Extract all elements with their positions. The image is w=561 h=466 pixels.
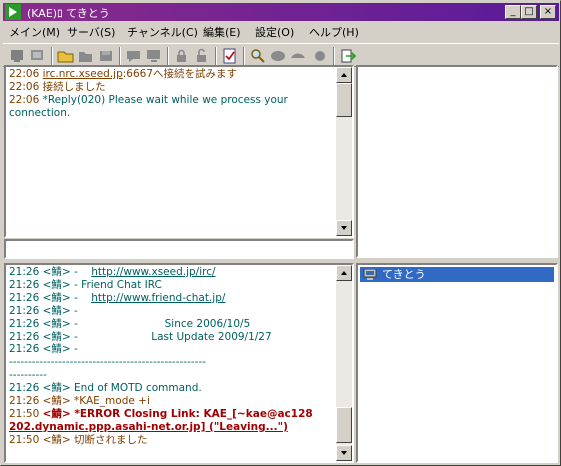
lock-icon[interactable] [173, 48, 191, 64]
log-line: 21:26 <鯖> End of MOTD command. [9, 382, 202, 395]
scroll-up-arrow-icon[interactable] [336, 265, 352, 281]
toolbar-separator [333, 47, 335, 65]
log-line: 21:26 <鯖> - [9, 343, 78, 356]
scroll-thumb[interactable] [336, 83, 352, 117]
log-line: 202.dynamic.ppp.asahi-net.or.jp] ("Leavi… [9, 420, 288, 433]
unknown-tool-icon[interactable] [311, 48, 329, 64]
log-line: 21:26 <鯖> - Since 2006/10/5 [9, 317, 251, 330]
search-icon[interactable] [249, 48, 267, 64]
nick-list-item[interactable]: てきとう [360, 267, 554, 282]
main-window: (KAE)ﾛ てきとう _ □ × メイン(M) サーバ(S) チャンネル(C)… [0, 0, 561, 466]
server-log-pane[interactable]: 22:06 irc.nrc.xseed.jp:6667へ接続を試みます 22:0… [4, 65, 354, 238]
log-line: 21:26 <鯖> *KAE_mode +i [9, 395, 150, 408]
log-line: 21:26 <鯖> - [9, 304, 78, 317]
channel-log-scrollbar[interactable] [336, 265, 352, 461]
chat-icon[interactable] [125, 48, 143, 64]
scroll-thumb[interactable] [336, 407, 352, 443]
menu-settings[interactable]: 設定(O) [255, 24, 294, 40]
message-input[interactable] [4, 239, 354, 259]
menu-edit[interactable]: 編集(E) [203, 24, 241, 40]
toolbar [3, 43, 559, 67]
menu-help[interactable]: ヘルプ(H) [309, 24, 359, 40]
nick-name: てきとう [382, 268, 426, 281]
app-icon [5, 4, 21, 20]
folder-icon[interactable] [57, 48, 75, 64]
user-icon [363, 269, 377, 280]
disconnect-icon[interactable] [9, 48, 27, 64]
unlock-icon[interactable] [193, 48, 211, 64]
log-line: 21:26 <鯖> - http://www.friend-chat.jp/ [9, 291, 226, 304]
minimize-button[interactable]: _ [505, 5, 521, 19]
log-line: 21:50 <鯖> 切断されました [9, 433, 148, 446]
toolbar-separator [243, 47, 245, 65]
server-log-scrollbar[interactable] [336, 67, 352, 236]
check-icon[interactable] [221, 48, 239, 64]
menu-channel[interactable]: チャンネル(C) [127, 24, 198, 40]
title-bar[interactable]: (KAE)ﾛ てきとう _ □ × [3, 3, 559, 21]
open-icon[interactable] [77, 48, 95, 64]
mask-icon[interactable] [269, 48, 287, 64]
log-line: 22:06 irc.nrc.xseed.jp:6667へ接続を試みます [9, 68, 238, 80]
close-button[interactable]: × [540, 5, 556, 19]
log-line: connection. [9, 106, 71, 119]
monitor-icon[interactable] [145, 48, 163, 64]
scroll-down-arrow-icon[interactable] [336, 220, 352, 236]
log-line: 21:26 <鯖> - Friend Chat IRC [9, 278, 162, 291]
channel-info-pane[interactable] [356, 65, 558, 258]
toolbar-separator [119, 47, 121, 65]
maximize-button[interactable]: □ [521, 5, 537, 19]
nick-list-pane[interactable]: てきとう [356, 263, 558, 463]
log-line: 22:06 接続しました [9, 80, 106, 93]
channel-log: 21:26 <鯖> - http://www.xseed.jp/irc/ 21:… [9, 266, 334, 447]
log-line: 21:26 <鯖> - Last Update 2009/1/27 [9, 330, 272, 343]
channel-log-pane[interactable]: 21:26 <鯖> - http://www.xseed.jp/irc/ 21:… [4, 263, 354, 463]
save-icon[interactable] [97, 48, 115, 64]
toolbar-separator [215, 47, 217, 65]
menu-bar: メイン(M) サーバ(S) チャンネル(C) 編集(E) 設定(O) ヘルプ(H… [3, 23, 559, 41]
help-icon[interactable] [289, 48, 307, 64]
toolbar-separator [167, 47, 169, 65]
log-line: 22:06 *Reply(020) Please wait while we p… [9, 93, 288, 106]
log-line: ---------- [9, 369, 47, 382]
scroll-down-arrow-icon[interactable] [336, 445, 352, 461]
exit-icon[interactable] [339, 48, 357, 64]
window-title: (KAE)ﾛ てきとう [27, 7, 110, 20]
log-line: 21:26 <鯖> - http://www.xseed.jp/irc/ [9, 266, 216, 278]
log-line: 21:50 <鯖> *ERROR Closing Link: KAE_[~kae… [9, 407, 313, 420]
menu-main[interactable]: メイン(M) [9, 24, 60, 40]
log-line: ----------------------------------------… [9, 356, 207, 369]
toolbar-separator [51, 47, 53, 65]
scroll-up-arrow-icon[interactable] [336, 67, 352, 83]
connect-icon[interactable] [29, 48, 47, 64]
server-log: 22:06 irc.nrc.xseed.jp:6667へ接続を試みます 22:0… [9, 68, 334, 120]
menu-server[interactable]: サーバ(S) [67, 24, 115, 40]
